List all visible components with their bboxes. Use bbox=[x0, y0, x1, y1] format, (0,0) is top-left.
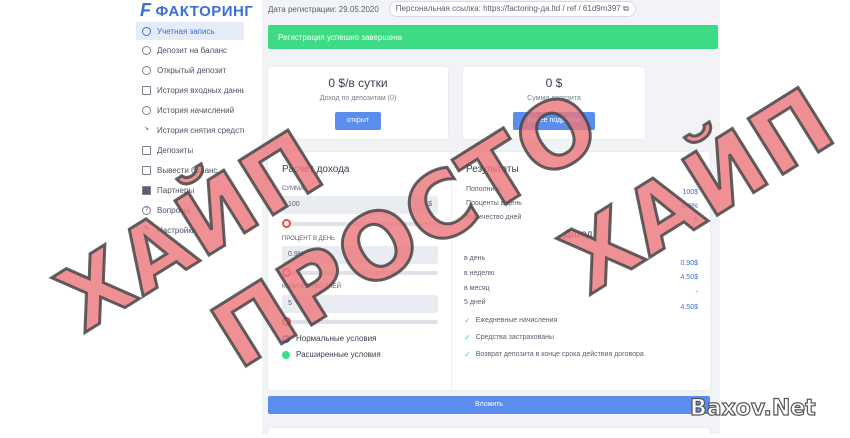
chart-icon bbox=[142, 85, 151, 95]
alert-text: Регистрация успешно завершена bbox=[278, 32, 403, 42]
brand-name: ФАКТОРИНГ bbox=[155, 3, 254, 20]
app-window: F ФАКТОРИНГ Учетная запись Депозит на бал… bbox=[0, 0, 850, 438]
invest-button[interactable]: Вложить bbox=[268, 396, 710, 414]
cloud-icon bbox=[142, 26, 151, 36]
site-watermark: Baxov.Net bbox=[689, 395, 816, 421]
feature-text: Возврат депозита в конце срока действия … bbox=[475, 351, 644, 358]
user-icon bbox=[142, 185, 151, 195]
income-row-label: в месяц bbox=[464, 285, 490, 292]
copy-icon[interactable]: ⧉ bbox=[623, 4, 629, 13]
income-row-label: в неделю bbox=[464, 270, 495, 277]
topbar: Дата регистрации: 29.05.2020 Персональна… bbox=[268, 1, 636, 17]
feature-item: ✓ Ежедневные начисления bbox=[464, 316, 557, 325]
income-row-value: - bbox=[695, 289, 698, 296]
feature-text: Ежедневные начисления bbox=[475, 317, 558, 324]
open-button[interactable]: открыт bbox=[335, 112, 381, 130]
feature-item: ✓ Возврат депозита в конце срока действи… bbox=[464, 350, 644, 359]
brand-logo[interactable]: F ФАКТОРИНГ bbox=[140, 0, 253, 21]
sidebar-item-label: Депозит на баланс bbox=[157, 45, 228, 55]
layers-icon bbox=[142, 145, 151, 155]
sidebar-item-label: Депозиты bbox=[157, 145, 194, 155]
sidebar-item-open-deposit[interactable]: Открытый депозит bbox=[136, 61, 244, 79]
income-value: 0 $/в сутки bbox=[328, 76, 388, 90]
sidebar-item-label: Учетная запись bbox=[157, 26, 215, 36]
check-icon: ✓ bbox=[464, 316, 471, 325]
sidebar-item-deposit-balance[interactable]: Депозит на баланс bbox=[136, 41, 244, 59]
referral-label: Персональная ссылка: bbox=[395, 4, 481, 13]
bottom-card bbox=[268, 428, 710, 438]
income-row-label: в день bbox=[464, 255, 486, 262]
income-row-value: 4.50$ bbox=[680, 304, 698, 311]
sidebar-item-label: История начислений bbox=[157, 105, 235, 115]
brand-logo-icon: F bbox=[140, 0, 152, 20]
feature-text: Средства застрахованы bbox=[475, 334, 554, 341]
dollar-icon bbox=[142, 45, 151, 55]
sidebar-item-label: История входных данны bbox=[157, 85, 244, 95]
referral-url: https://factoring-да.ltd / ref / 61d9m39… bbox=[483, 4, 621, 13]
referral-link[interactable]: Персональная ссылка: https://factoring-д… bbox=[388, 1, 636, 17]
check-icon: ✓ bbox=[464, 350, 471, 359]
feature-item: ✓ Средства застрахованы bbox=[464, 333, 554, 342]
trend-icon: ↘ bbox=[143, 125, 150, 132]
sidebar-item-withdraw-history[interactable]: ↘ История снятия средств bbox=[136, 121, 244, 139]
sidebar-item-input-history[interactable]: История входных данны bbox=[136, 81, 244, 99]
income-label: Доход по депозитам (0) bbox=[319, 95, 397, 102]
sidebar-item-label: История снятия средств bbox=[157, 125, 244, 135]
sidebar-item-label: Открытый депозит bbox=[157, 65, 227, 75]
dollar-icon bbox=[142, 65, 151, 75]
wallet-icon bbox=[142, 165, 151, 175]
gear-icon bbox=[142, 105, 151, 115]
income-row-label: 5 дней bbox=[464, 299, 486, 306]
check-icon: ✓ bbox=[464, 333, 471, 342]
sidebar-item-account[interactable]: Учетная запись bbox=[136, 22, 244, 40]
sidebar-item-accrual-history[interactable]: История начислений bbox=[136, 101, 244, 119]
registration-date: Дата регистрации: 29.05.2020 bbox=[268, 4, 379, 14]
success-alert: Регистрация успешно завершена bbox=[268, 25, 718, 49]
income-row-value: 4.50$ bbox=[680, 274, 698, 281]
